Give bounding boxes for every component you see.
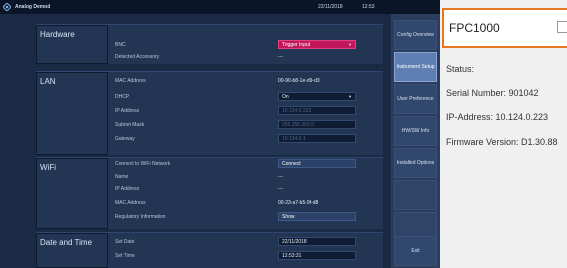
settings-content: Hardware BNC Trigger Input ▼ Detected Ac… — [0, 14, 391, 268]
wifi-mac-value: 00-23-a7-b5-9f-d8 — [278, 200, 319, 206]
mac-label: MAC Address — [115, 78, 146, 84]
wifi-name-label: Name — [115, 174, 129, 180]
softkey-exit[interactable]: Exit — [394, 236, 437, 266]
set-date-field[interactable]: 22/11/2018 — [278, 237, 356, 246]
dhcp-select[interactable]: On ▼ — [278, 92, 356, 101]
softkey-blank-1[interactable] — [394, 180, 437, 210]
set-time-label: Set Time — [115, 253, 135, 259]
serial-number: Serial Number: 901042 — [446, 88, 539, 98]
accessory-value: --- — [278, 54, 283, 60]
set-date-label: Set Date — [115, 239, 135, 245]
ip-address-info: IP-Address: 10.124.0.223 — [446, 112, 549, 122]
chevron-down-icon: ▼ — [348, 94, 352, 99]
panel-header: FPC1000 — [442, 8, 567, 48]
softkey-installed-options[interactable]: Installed Options — [394, 148, 437, 178]
instrument-screen: Analog Demod 22/11/2018 12:53 Hardware B… — [0, 0, 440, 268]
panel-toggle-box[interactable] — [557, 21, 567, 33]
app-title: Analog Demod — [15, 4, 51, 10]
subnet-label: Subnet Mask — [115, 122, 145, 128]
wifi-name-value: --- — [278, 174, 283, 180]
dhcp-label: DHCP — [115, 94, 130, 100]
softkey-hw-sw-info[interactable]: HW/SW Info — [394, 116, 437, 146]
device-title: FPC1000 — [449, 21, 500, 35]
show-button[interactable]: Show — [278, 212, 356, 221]
regulatory-label: Regulatory Information — [115, 214, 166, 220]
status-time: 12:53 — [362, 4, 375, 10]
softkey-user-preference[interactable]: User Preference — [394, 84, 437, 114]
wifi-ip-value: --- — [278, 186, 283, 192]
gateway-field[interactable]: 10.124.0.1 — [278, 134, 356, 143]
ip-address-field[interactable]: 10.124.0.223 — [278, 106, 356, 115]
softkey-instrument-setup[interactable]: Instrument Setup — [394, 52, 437, 82]
set-time-field[interactable]: 12:53:31 — [278, 251, 356, 260]
bnc-select[interactable]: Trigger Input ▼ — [278, 40, 356, 49]
softkey-bar: Config Overview Instrument Setup User Pr… — [391, 14, 440, 268]
status-label: Status: — [446, 64, 475, 74]
ip-address-label: IP Address — [115, 108, 140, 114]
firmware-version: Firmware Version: D1.30.88 — [446, 137, 558, 147]
softkey-config-overview[interactable]: Config Overview — [394, 20, 437, 50]
wifi-connect-label: Connect to WiFi Network — [115, 161, 171, 167]
device-info-panel: FPC1000 Status: Serial Number: 901042 IP… — [440, 0, 567, 268]
app-logo-icon — [3, 3, 11, 11]
wifi-mac-label: MAC Address — [115, 200, 146, 206]
chevron-down-icon: ▼ — [348, 42, 352, 47]
bnc-value: Trigger Input — [282, 42, 311, 48]
title-bar: Analog Demod 22/11/2018 12:53 — [0, 0, 440, 14]
wifi-ip-label: IP Address — [115, 186, 140, 192]
bnc-label: BNC — [115, 42, 126, 48]
accessory-label: Detected Accessory — [115, 54, 160, 60]
wifi-heading: WiFi — [40, 163, 56, 172]
subnet-field[interactable]: 255.255.252.0 — [278, 120, 356, 129]
datetime-heading: Date and Time — [40, 238, 93, 247]
connect-button[interactable]: Connect — [278, 159, 356, 168]
gateway-label: Gateway — [115, 136, 135, 142]
lan-heading: LAN — [40, 77, 56, 86]
status-date: 22/11/2018 — [318, 4, 343, 10]
dhcp-value: On — [282, 94, 289, 100]
hardware-heading: Hardware — [40, 30, 75, 39]
mac-value: 00-90-b8-1e-d9-d3 — [278, 78, 320, 84]
